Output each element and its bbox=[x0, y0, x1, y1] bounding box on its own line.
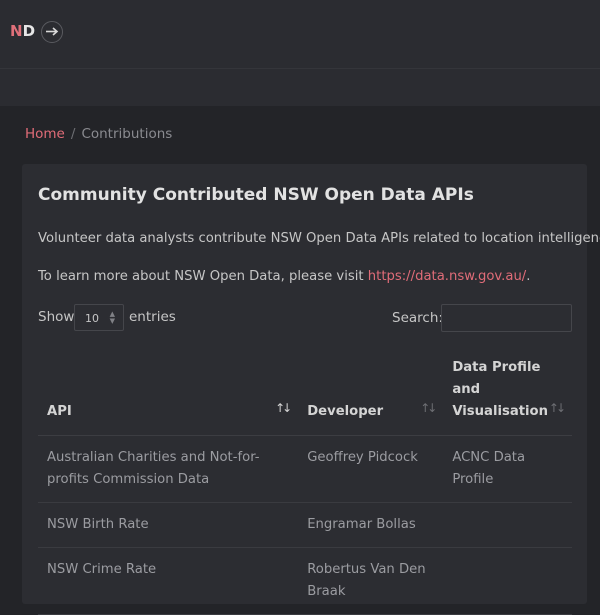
show-label: Show bbox=[38, 309, 75, 325]
site-logo[interactable]: ND bbox=[10, 22, 35, 40]
entries-label: entries bbox=[129, 309, 176, 325]
table-cell-data-profile bbox=[443, 502, 572, 548]
page-title: Community Contributed NSW Open Data APIs bbox=[38, 185, 474, 205]
column-header-data-profile[interactable]: Data Profile and Visualisation ↑↓ bbox=[443, 345, 572, 436]
table-row: NSW Birth Rate Engramar Bollas bbox=[38, 502, 572, 548]
column-header-label: Data Profile and Visualisation bbox=[452, 360, 549, 419]
table-cell-api: Australian Charities and Not-for-profits… bbox=[38, 435, 299, 503]
sub-navbar bbox=[0, 69, 600, 106]
search-label: Search: bbox=[392, 310, 443, 326]
sort-icon: ↑↓ bbox=[420, 401, 437, 415]
breadcrumb-home-link[interactable]: Home bbox=[25, 126, 65, 142]
learn-more-text: To learn more about NSW Open Data, pleas… bbox=[38, 269, 530, 284]
api-table: API ↑↓ Developer ↑↓ Data Profile and Visua… bbox=[38, 345, 572, 615]
table-cell-api: NSW Birth Rate bbox=[38, 502, 299, 548]
learn-more-prefix: To learn more about NSW Open Data, pleas… bbox=[38, 269, 368, 284]
logo-letter-d: D bbox=[22, 22, 36, 40]
page-size-value: 10 bbox=[85, 312, 99, 325]
table-cell-developer: Engramar Bollas bbox=[298, 502, 444, 548]
learn-more-suffix: . bbox=[526, 269, 531, 284]
breadcrumb-separator: / bbox=[70, 126, 76, 142]
breadcrumb: Home / Contributions bbox=[25, 126, 172, 142]
logo-letter-n: N bbox=[10, 22, 23, 40]
search-input[interactable] bbox=[441, 304, 572, 332]
column-header-developer[interactable]: Developer ↑↓ bbox=[298, 345, 444, 436]
intro-text: Volunteer data analysts contribute NSW O… bbox=[38, 231, 600, 246]
table-cell-developer: Robertus Van Den Braak bbox=[298, 547, 444, 615]
sort-icon: ↑↓ bbox=[548, 401, 566, 415]
sort-icon: ↑↓ bbox=[275, 401, 292, 415]
table-row: NSW Crime Rate Robertus Van Den Braak bbox=[38, 547, 572, 615]
nsw-open-data-link[interactable]: https://data.nsw.gov.au/ bbox=[368, 269, 526, 284]
table-cell-data-profile bbox=[443, 547, 572, 615]
table-cell-data-profile[interactable]: ACNC Data Profile bbox=[443, 435, 572, 503]
column-header-label: Developer bbox=[307, 404, 384, 419]
table-row: Australian Charities and Not-for-profits… bbox=[38, 435, 572, 503]
arrow-right-icon[interactable] bbox=[41, 21, 63, 43]
table-cell-developer: Geoffrey Pidcock bbox=[298, 435, 444, 503]
contributions-card: Community Contributed NSW Open Data APIs… bbox=[22, 164, 600, 615]
column-header-label: API bbox=[47, 404, 72, 419]
table-header-row: API ↑↓ Developer ↑↓ Data Profile and Visua… bbox=[38, 345, 572, 436]
select-stepper-icon: ▲ ▼ bbox=[109, 310, 115, 325]
table-cell-api: NSW Crime Rate bbox=[38, 547, 299, 615]
breadcrumb-current: Contributions bbox=[81, 126, 173, 142]
top-navbar: ND bbox=[0, 0, 600, 69]
page-size-select[interactable]: 10 ▲ ▼ bbox=[74, 304, 124, 331]
column-header-api[interactable]: API ↑↓ bbox=[38, 345, 299, 436]
